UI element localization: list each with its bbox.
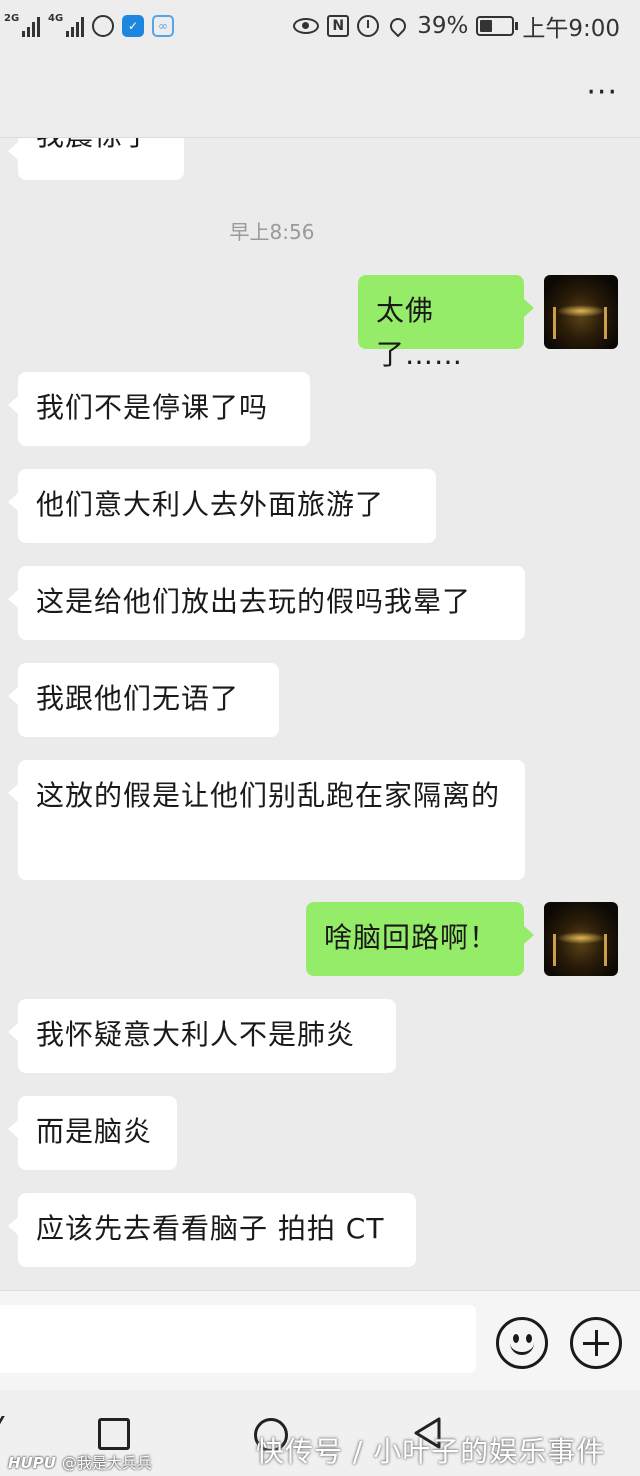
message-bubble[interactable]: 这是给他们放出去玩的假吗我晕了	[8, 566, 525, 640]
emoji-button[interactable]	[496, 1317, 548, 1369]
message-bubble[interactable]: 应该先去看看脑子 拍拍 CT	[8, 1193, 416, 1267]
battery-icon	[476, 16, 519, 36]
nfc-icon: N	[327, 15, 350, 37]
message-text: 这是给他们放出去玩的假吗我晕了	[36, 585, 472, 618]
navigation-bar: HUPU @我是大兵兵 快传号 / 小叶子的娱乐事件	[0, 1390, 640, 1476]
weibo-icon	[92, 15, 114, 37]
watermark-brand: HUPU	[8, 1454, 56, 1472]
message-bubble[interactable]: 啥脑回路啊！	[306, 902, 534, 976]
clock: 上午9:00	[522, 16, 620, 42]
status-right: N 39% 上午9:00	[293, 9, 620, 43]
plus-button[interactable]	[570, 1317, 622, 1369]
message-timestamp: 早上8:56	[229, 220, 315, 244]
status-bar: 2G 4G ✓ ∞ N 39% 上午9:00	[0, 0, 640, 52]
message-text: 这放的假是让他们别乱跑在家隔离的	[36, 779, 501, 812]
more-button[interactable]: ···	[586, 78, 618, 108]
avatar[interactable]	[544, 902, 618, 976]
message-text: 我们不是停课了吗	[36, 391, 269, 424]
network-type-label: 4G	[48, 13, 64, 24]
input-bar	[0, 1290, 640, 1390]
message-bubble[interactable]: 我们不是停课了吗	[8, 372, 310, 446]
battery-percent: 39%	[417, 13, 469, 39]
message-text: 他们意大利人去外面旅游了	[36, 488, 385, 521]
message-bubble[interactable]: 这放的假是让他们别乱跑在家隔离的	[8, 760, 525, 880]
message-text: 太佛了……	[376, 294, 464, 371]
eye-icon	[293, 18, 320, 34]
message-bubble[interactable]: 我震惊了	[8, 138, 184, 180]
message-text: 啥脑回路啊！	[324, 921, 499, 954]
message-bubble[interactable]: 而是脑炎	[8, 1096, 177, 1170]
message-text: 应该先去看看脑子 拍拍 CT	[36, 1212, 385, 1245]
watermark-user: @我是大兵兵	[61, 1454, 152, 1472]
message-list[interactable]: 我震惊了 早上8:56 太佛了…… 我们不是停课了吗 他们意大利人去外面旅游了 …	[0, 138, 640, 1290]
message-text: 而是脑炎	[36, 1115, 153, 1148]
app-icon: ∞	[152, 15, 174, 37]
avatar[interactable]	[544, 275, 618, 349]
message-text: 我震惊了	[36, 138, 152, 152]
message-bubble[interactable]: 他们意大利人去外面旅游了	[8, 469, 436, 543]
message-text: 我怀疑意大利人不是肺炎	[36, 1018, 356, 1051]
shield-icon: ✓	[122, 15, 144, 37]
network-type-label: 2G	[4, 13, 20, 24]
back-icon[interactable]	[0, 1416, 16, 1436]
message-bubble[interactable]: 太佛了……	[358, 275, 534, 371]
message-text: 我跟他们无语了	[36, 682, 240, 715]
recents-icon[interactable]	[98, 1418, 130, 1450]
chat-header: ···	[0, 52, 640, 138]
message-bubble[interactable]: 我怀疑意大利人不是肺炎	[8, 999, 396, 1073]
message-bubble[interactable]: 我跟他们无语了	[8, 663, 279, 737]
signal-icon: 4G	[48, 13, 84, 37]
status-left: 2G 4G ✓ ∞	[4, 13, 174, 37]
watermark-source: 快传号 / 小叶子的娱乐事件	[256, 1435, 606, 1468]
watermark-hupu: HUPU @我是大兵兵	[8, 1452, 152, 1473]
alarm-icon	[357, 15, 380, 37]
signal-icon: 2G	[4, 13, 40, 37]
message-input[interactable]	[0, 1305, 476, 1373]
location-icon	[386, 14, 410, 38]
